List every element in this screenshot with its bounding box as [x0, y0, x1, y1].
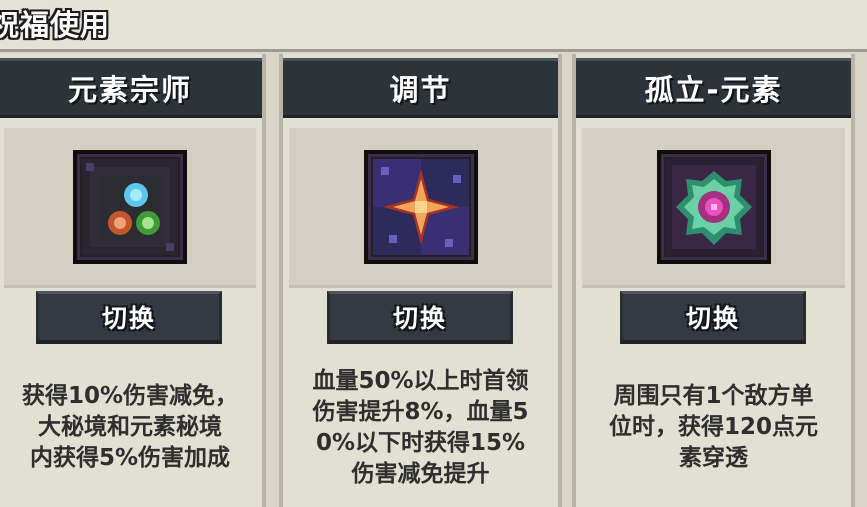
- description-line: 大秘境和元素秘境: [38, 414, 222, 440]
- description-line: 素穿透: [679, 445, 748, 471]
- adjust-star-icon-graphic: [372, 158, 469, 255]
- switch-button-label: 切换: [101, 304, 156, 333]
- description-line: 周围只有1个敌方单: [613, 383, 814, 409]
- switch-button[interactable]: 切换: [327, 291, 513, 344]
- blessing-card-adjust: 调节 切换 血量50%以上时首领 伤害提升8%，血量5 0%以下时获得15% 伤…: [279, 54, 562, 507]
- blessing-card-element-master: 元素宗师 切换 获得10%伤害减免， 大秘境和元素秘境 内获得5%伤害加成: [0, 54, 266, 507]
- card-description: 血量50%以上时首领 伤害提升8%，血量5 0%以下时获得15% 伤害减免提升: [279, 366, 562, 490]
- description-line: 0%以下时获得15%: [315, 430, 526, 456]
- switch-button[interactable]: 切换: [36, 291, 222, 344]
- element-master-icon[interactable]: [73, 149, 187, 264]
- description-line: 伤害提升8%，血量5: [312, 399, 529, 425]
- adjust-star-icon[interactable]: [363, 149, 478, 264]
- card-header: 孤立-元素: [576, 58, 851, 118]
- card-title: 孤立-元素: [644, 73, 783, 107]
- blessing-card-isolation-element: 孤立-元素 切换 周围只有1个敌方单 位时，获得120点元 素穿透: [572, 54, 855, 507]
- icon-panel: [289, 128, 552, 288]
- description-line: 位时，获得120点元: [608, 414, 818, 440]
- description-line: 血量50%以上时首领: [312, 368, 529, 394]
- isolation-element-icon-graphic: [665, 158, 762, 255]
- section-title: 祝福使用: [0, 8, 111, 42]
- description-line: 获得10%伤害减免，: [21, 383, 239, 409]
- top-bar: 祝福使用: [0, 0, 867, 52]
- card-description: 获得10%伤害减免， 大秘境和元素秘境 内获得5%伤害加成: [0, 381, 262, 474]
- card-title: 调节: [389, 73, 452, 107]
- switch-button[interactable]: 切换: [620, 291, 806, 344]
- card-title: 元素宗师: [67, 73, 192, 107]
- card-header: 调节: [283, 58, 558, 118]
- description-line: 伤害减免提升: [351, 461, 490, 487]
- switch-button-label: 切换: [685, 304, 740, 333]
- icon-panel: [4, 128, 256, 288]
- icon-panel: [582, 128, 845, 288]
- card-description: 周围只有1个敌方单 位时，获得120点元 素穿透: [576, 381, 851, 474]
- switch-button-label: 切换: [392, 304, 447, 333]
- card-header: 元素宗师: [0, 58, 262, 118]
- description-line: 内获得5%伤害加成: [29, 445, 231, 471]
- isolation-element-icon[interactable]: [656, 149, 771, 264]
- element-master-icon-graphic: [82, 158, 178, 255]
